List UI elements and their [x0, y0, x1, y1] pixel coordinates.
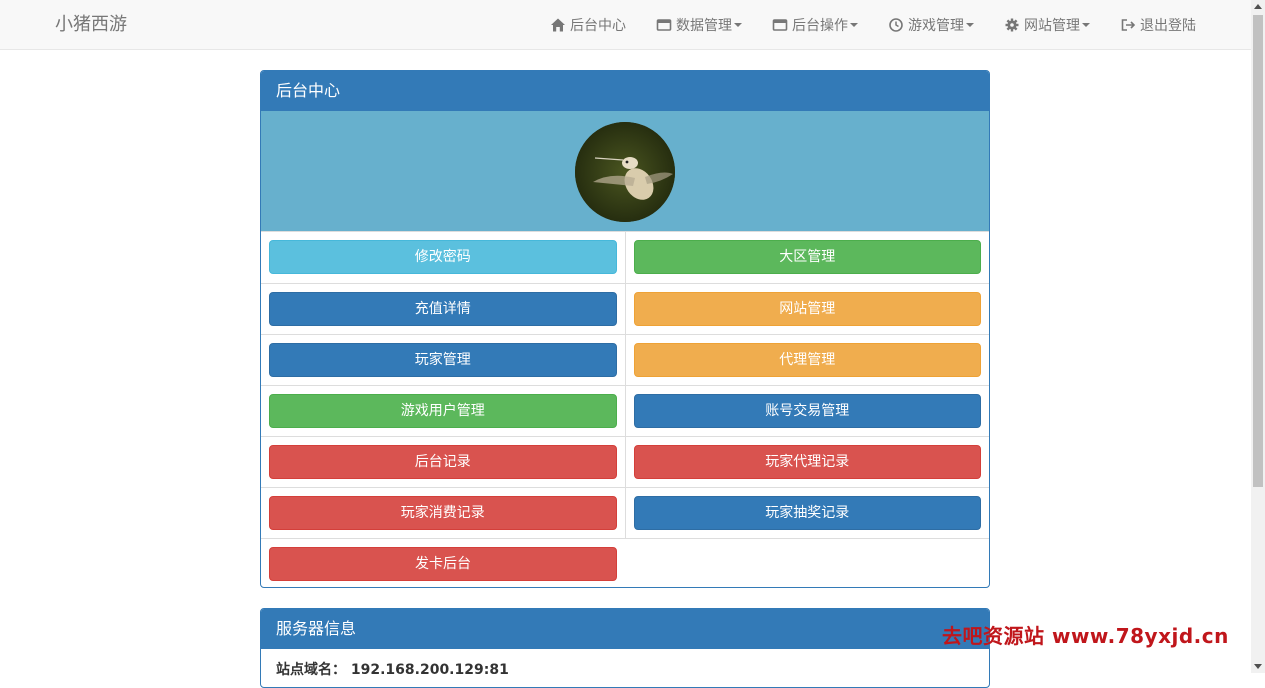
chevron-down-icon: [966, 23, 974, 27]
site-management-button[interactable]: 网站管理: [633, 291, 981, 326]
window-icon: [772, 19, 788, 31]
nav-item-backend-ops[interactable]: 后台操作: [772, 15, 858, 35]
top-navbar: 小猪西游 后台中心 数据管理 后台操作 游戏管理 网站管理 退出登陆: [0, 0, 1251, 50]
account-trade-management-button[interactable]: 账号交易管理: [633, 393, 981, 428]
dashboard-panel: 后台中心 修改密码 大区管理 充值详情 网站管理 玩家管理 代理管理 游戏用户管…: [260, 70, 990, 588]
player-agent-log-button[interactable]: 玩家代理记录: [633, 444, 981, 479]
nav-item-label: 数据管理: [676, 18, 732, 34]
nav-item-label: 游戏管理: [908, 18, 964, 34]
change-password-button[interactable]: 修改密码: [269, 240, 617, 275]
panel-title: 后台中心: [261, 71, 989, 111]
nav-item-label: 后台中心: [570, 18, 626, 34]
player-lottery-log-button[interactable]: 玩家抽奖记录: [633, 495, 981, 530]
chevron-down-icon: [1082, 23, 1090, 27]
action-button-grid: 修改密码 大区管理 充值详情 网站管理 玩家管理 代理管理 游戏用户管理 账号交…: [261, 232, 989, 587]
site-domain-value: 192.168.200.129:81: [350, 662, 509, 678]
panel-title: 服务器信息: [261, 609, 989, 649]
profile-banner: [261, 111, 989, 232]
brand-logo[interactable]: 小猪西游: [55, 0, 127, 50]
nav-item-data-management[interactable]: 数据管理: [656, 15, 742, 35]
empty-cell: [625, 537, 989, 587]
home-icon: [551, 18, 565, 32]
nav-menu: 后台中心 数据管理 后台操作 游戏管理 网站管理 退出登陆: [550, 0, 1196, 50]
nav-item-logout[interactable]: 退出登陆: [1120, 15, 1196, 35]
clock-icon: [889, 18, 903, 32]
watermark-text: 去吧资源站 www.78yxjd.cn: [942, 624, 1229, 648]
player-spending-log-button[interactable]: 玩家消费记录: [269, 495, 617, 530]
hummingbird-image: [575, 122, 675, 222]
gear-icon: [1005, 18, 1019, 32]
scroll-up-arrow-icon[interactable]: [1254, 4, 1262, 9]
backend-log-button[interactable]: 后台记录: [269, 444, 617, 479]
player-management-button[interactable]: 玩家管理: [269, 342, 617, 377]
region-management-button[interactable]: 大区管理: [633, 240, 981, 275]
site-domain-label: 站点域名：: [276, 662, 346, 678]
game-user-management-button[interactable]: 游戏用户管理: [269, 393, 617, 428]
vertical-scrollbar[interactable]: [1251, 0, 1265, 673]
nav-item-label: 退出登陆: [1140, 18, 1196, 34]
chevron-down-icon: [734, 23, 742, 27]
recharge-details-button[interactable]: 充值详情: [269, 291, 617, 326]
nav-item-label: 网站管理: [1024, 18, 1080, 34]
server-info-panel: 服务器信息 站点域名： 192.168.200.129:81: [260, 608, 990, 688]
nav-item-game-management[interactable]: 游戏管理: [888, 15, 974, 35]
site-domain-row: 站点域名： 192.168.200.129:81: [261, 649, 989, 687]
nav-item-label: 后台操作: [792, 18, 848, 34]
logout-icon: [1121, 19, 1136, 31]
nav-item-dashboard[interactable]: 后台中心: [550, 15, 626, 35]
scroll-down-arrow-icon[interactable]: [1254, 664, 1262, 669]
card-issuing-backend-button[interactable]: 发卡后台: [269, 546, 617, 581]
nav-item-site-management[interactable]: 网站管理: [1004, 15, 1090, 35]
agent-management-button[interactable]: 代理管理: [633, 342, 981, 377]
chevron-down-icon: [850, 23, 858, 27]
database-icon: [656, 19, 672, 31]
avatar: [575, 122, 675, 222]
scrollbar-thumb[interactable]: [1253, 15, 1263, 487]
